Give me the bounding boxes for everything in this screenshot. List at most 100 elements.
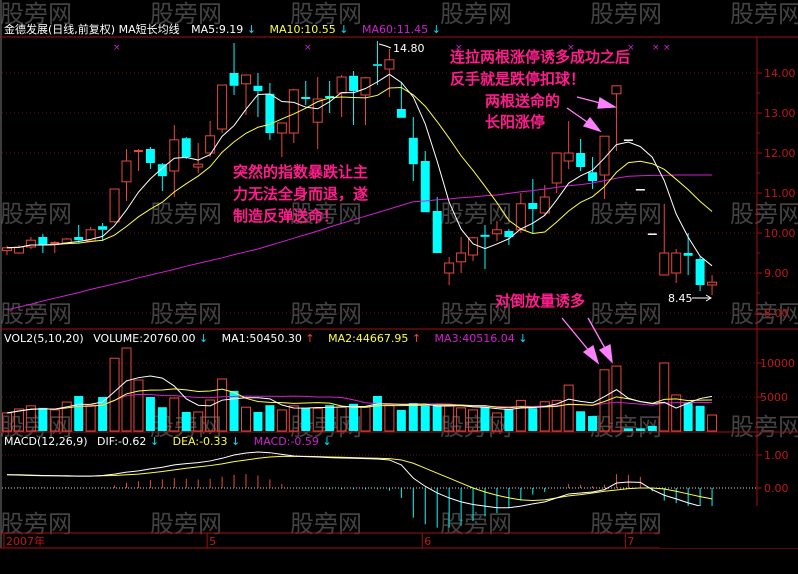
watermark-text: 股旁网 [730, 413, 798, 441]
x-tick-label: 2007年 [6, 534, 45, 548]
watermark-text: 股旁网 [150, 200, 222, 228]
candle-body [349, 75, 359, 91]
watermark-text: 股旁网 [290, 510, 362, 538]
x-tick-label: 7 [627, 535, 634, 548]
candle-body [372, 64, 382, 66]
volume-bar [349, 403, 359, 431]
arrow-up-icon: ↑ [412, 332, 421, 345]
volume-bar [372, 395, 382, 431]
volume-bar [74, 395, 84, 431]
watermark-text: 股旁网 [590, 510, 662, 538]
volume-bar [635, 428, 645, 431]
annotation-bottom: 对倒放量诱多 [495, 292, 585, 310]
volume-bar [683, 403, 693, 431]
candle-body [420, 161, 430, 213]
price-tick-label: 9.00 [764, 267, 789, 280]
watermark-text: 股旁网 [590, 0, 662, 28]
arrow-up-icon: ↑ [305, 332, 314, 345]
arrow-down-icon: ↓ [432, 23, 441, 36]
event-marker-icon: × [663, 43, 671, 53]
dif-value: DIF:-0.62 [97, 435, 146, 448]
price-tick-label: 12.00 [764, 147, 796, 160]
candle-body [588, 172, 598, 181]
price-tick-label: 11.00 [764, 187, 796, 200]
candle-body [683, 253, 693, 256]
event-marker-icon: × [652, 43, 660, 53]
candle-body [74, 237, 84, 241]
vol-ma3-value: MA3:40516.04 [435, 332, 515, 345]
candle-body [265, 93, 275, 133]
volume-header: VOL2(5,10,20) VOLUME:20760.00 ↓ MA1:5045… [4, 332, 527, 345]
ma60-value: MA60:11.45 [362, 23, 428, 36]
watermark-text: 股旁网 [0, 200, 72, 228]
candle-body [528, 203, 538, 209]
candle-body [432, 211, 442, 253]
arrow-down-icon: ↓ [339, 23, 348, 36]
annotation-top-line2: 反手就是跌停扣球！ [450, 70, 585, 88]
volume-bar [695, 405, 705, 431]
macd-title: MACD(12,26,9) [4, 435, 88, 448]
candle-body [301, 97, 311, 99]
volume-bar [253, 411, 263, 431]
volume-bar [325, 405, 335, 431]
volume-bar [408, 403, 418, 431]
price-tick-label: 8.00 [764, 307, 789, 320]
watermark-text: 股旁网 [590, 200, 662, 228]
volume-bar [647, 425, 657, 431]
arrow-down-icon: ↓ [231, 435, 240, 448]
volume-bar [38, 407, 48, 431]
candle-body [38, 237, 48, 245]
dea-value: DEA:-0.33 [173, 435, 228, 448]
watermark-text: 股旁网 [150, 300, 222, 328]
x-tick-label: 5 [209, 535, 216, 548]
candle-body [98, 226, 108, 230]
macd-value: MACD:-0.59 [254, 435, 319, 448]
volume-bar [265, 405, 275, 431]
x-tick-label: 6 [424, 535, 431, 548]
ma5-value: MA5:9.19 [191, 23, 243, 36]
candle-body [145, 149, 155, 163]
macd-tick-label: 0.00 [764, 482, 789, 495]
annotation-mid-line1: 两根送命的 [485, 92, 560, 110]
candle-body [695, 259, 705, 285]
low-price-label: 8.45 [668, 292, 693, 305]
event-marker-icon: × [113, 43, 121, 53]
watermark-text: 股旁网 [730, 0, 798, 28]
vol-title: VOL2(5,10,20) [4, 332, 84, 345]
price-tick-label: 13.00 [764, 107, 796, 120]
overlay-box [660, 506, 798, 548]
ma10-value: MA10:10.55 [270, 23, 336, 36]
price-tick-label: 14.00 [764, 67, 796, 80]
watermark-text: 股旁网 [730, 200, 798, 228]
volume-bar [396, 409, 406, 431]
watermark-text: 股旁网 [440, 200, 512, 228]
stock-title: 金德发展(日线,前复权) MA短长均线 [4, 22, 180, 36]
volume-bar [504, 409, 514, 431]
volume-bar [528, 408, 538, 431]
watermark-text: 股旁网 [440, 0, 512, 28]
volume-tick-label: 10000 [760, 357, 795, 370]
watermark-text: 股旁网 [590, 300, 662, 328]
price-tick-label: 10.00 [764, 227, 796, 240]
arrow-down-icon: ↓ [322, 435, 331, 448]
volume-bar [301, 407, 311, 431]
candle-body [181, 138, 191, 157]
vol-ma2-value: MA2:44667.95 [328, 332, 408, 345]
candle-body [253, 85, 263, 91]
candle-body [408, 137, 418, 165]
watermark-text: 股旁网 [440, 510, 512, 538]
volume-bar [145, 397, 155, 431]
watermark-text: 股旁网 [150, 510, 222, 538]
price-header: 金德发展(日线,前复权) MA短长均线 MA5:9.19 ↓ MA10:10.5… [4, 22, 441, 36]
stock-chart[interactable]: 股旁网 股旁网 股旁网 股旁网 股旁网 股旁网股旁网 股旁网 股旁网 股旁网 股旁网 股旁网股旁网股… [0, 0, 798, 574]
volume-bar [576, 411, 586, 431]
annotation-left-line3: 制造反弹送命！ [233, 207, 338, 225]
volume-value: VOLUME:20760.00 [93, 332, 195, 345]
candle-body [576, 153, 586, 167]
arrow-down-icon: ↓ [247, 23, 256, 36]
volume-bar [432, 405, 442, 431]
annotation-left-line1: 突然的指数暴跌让主 [233, 163, 368, 181]
arrow-down-icon: ↓ [150, 435, 159, 448]
volume-bar [181, 411, 191, 431]
watermark-text: 股旁网 [290, 300, 362, 328]
